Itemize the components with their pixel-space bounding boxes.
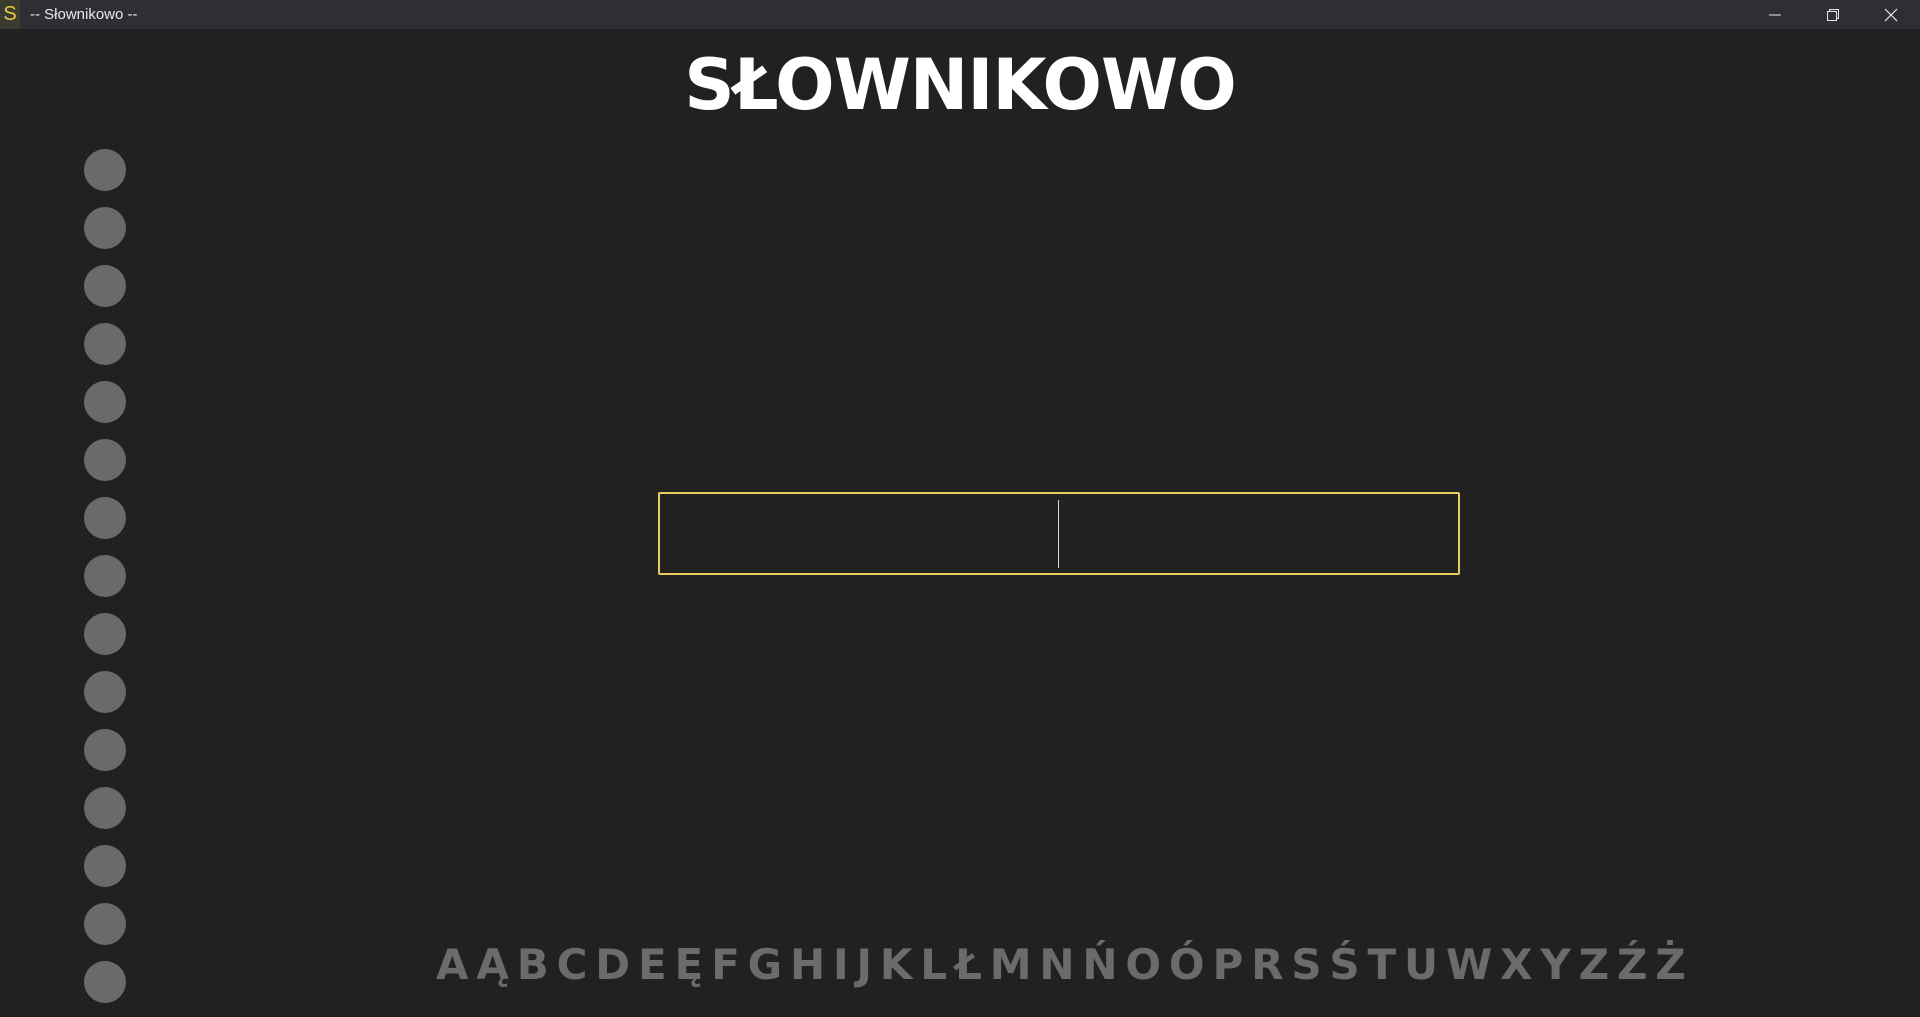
side-dot-7[interactable] xyxy=(84,497,126,539)
app-icon: S xyxy=(0,0,20,29)
window-titlebar: S -- Słownikowo -- xyxy=(0,0,1920,29)
side-dot-1[interactable] xyxy=(84,149,126,191)
letter-button[interactable]: E xyxy=(638,935,667,995)
letter-button[interactable]: S xyxy=(1291,935,1321,995)
search-input[interactable] xyxy=(660,494,1458,573)
minimize-icon xyxy=(1769,14,1781,15)
side-dot-15[interactable] xyxy=(84,961,126,1003)
restore-button[interactable] xyxy=(1804,0,1862,29)
letter-button[interactable]: P xyxy=(1212,935,1243,995)
letter-button[interactable]: H xyxy=(790,935,825,995)
letter-button[interactable]: F xyxy=(711,935,740,995)
letter-button[interactable]: Ń xyxy=(1082,935,1117,995)
side-dot-5[interactable] xyxy=(84,381,126,423)
letter-button[interactable]: B xyxy=(517,935,549,995)
close-button[interactable] xyxy=(1862,0,1920,29)
letter-button[interactable]: G xyxy=(748,935,782,995)
side-dot-14[interactable] xyxy=(84,903,126,945)
side-dot-11[interactable] xyxy=(84,729,126,771)
side-dot-3[interactable] xyxy=(84,265,126,307)
side-dot-12[interactable] xyxy=(84,787,126,829)
alphabet-bar: AĄBCDEĘFGHIJKLŁMNŃOÓPRSŚTUWXYZŹŻ xyxy=(436,935,1686,995)
letter-button[interactable]: J xyxy=(856,935,872,995)
letter-button[interactable]: Ż xyxy=(1655,935,1685,995)
letter-button[interactable]: Ź xyxy=(1617,935,1647,995)
restore-icon xyxy=(1827,8,1839,21)
side-dot-9[interactable] xyxy=(84,613,126,655)
letter-button[interactable]: N xyxy=(1039,935,1074,995)
search-box[interactable] xyxy=(658,492,1460,575)
minimize-button[interactable] xyxy=(1746,0,1804,29)
letter-button[interactable]: M xyxy=(990,935,1032,995)
letter-button[interactable]: Y xyxy=(1540,935,1570,995)
letter-button[interactable]: Z xyxy=(1579,935,1609,995)
letter-button[interactable]: O xyxy=(1125,935,1161,995)
side-dot-2[interactable] xyxy=(84,207,126,249)
side-dot-13[interactable] xyxy=(84,845,126,887)
letter-button[interactable]: K xyxy=(880,935,913,995)
side-dot-8[interactable] xyxy=(84,555,126,597)
side-dot-4[interactable] xyxy=(84,323,126,365)
close-icon xyxy=(1884,8,1898,21)
letter-button[interactable]: Ą xyxy=(476,935,509,995)
letter-button[interactable]: W xyxy=(1446,935,1492,995)
letter-button[interactable]: I xyxy=(833,935,849,995)
letter-button[interactable]: X xyxy=(1500,935,1532,995)
letter-button[interactable]: C xyxy=(557,935,588,995)
letter-button[interactable]: D xyxy=(595,935,630,995)
letter-button[interactable]: Ł xyxy=(955,935,982,995)
text-caret xyxy=(1058,500,1059,568)
letter-button[interactable]: L xyxy=(920,935,947,995)
app-title: SŁOWNIKOWO xyxy=(684,44,1237,126)
letter-button[interactable]: Ó xyxy=(1169,935,1205,995)
letter-button[interactable]: Ś xyxy=(1329,935,1359,995)
letter-button[interactable]: R xyxy=(1251,935,1283,995)
letter-button[interactable]: U xyxy=(1404,935,1438,995)
letter-button[interactable]: T xyxy=(1368,935,1397,995)
letter-button[interactable]: A xyxy=(436,935,469,995)
side-dot-10[interactable] xyxy=(84,671,126,713)
window-title: -- Słownikowo -- xyxy=(30,6,138,23)
letter-button[interactable]: Ę xyxy=(675,935,704,995)
window-controls xyxy=(1746,0,1920,29)
side-dot-6[interactable] xyxy=(84,439,126,481)
